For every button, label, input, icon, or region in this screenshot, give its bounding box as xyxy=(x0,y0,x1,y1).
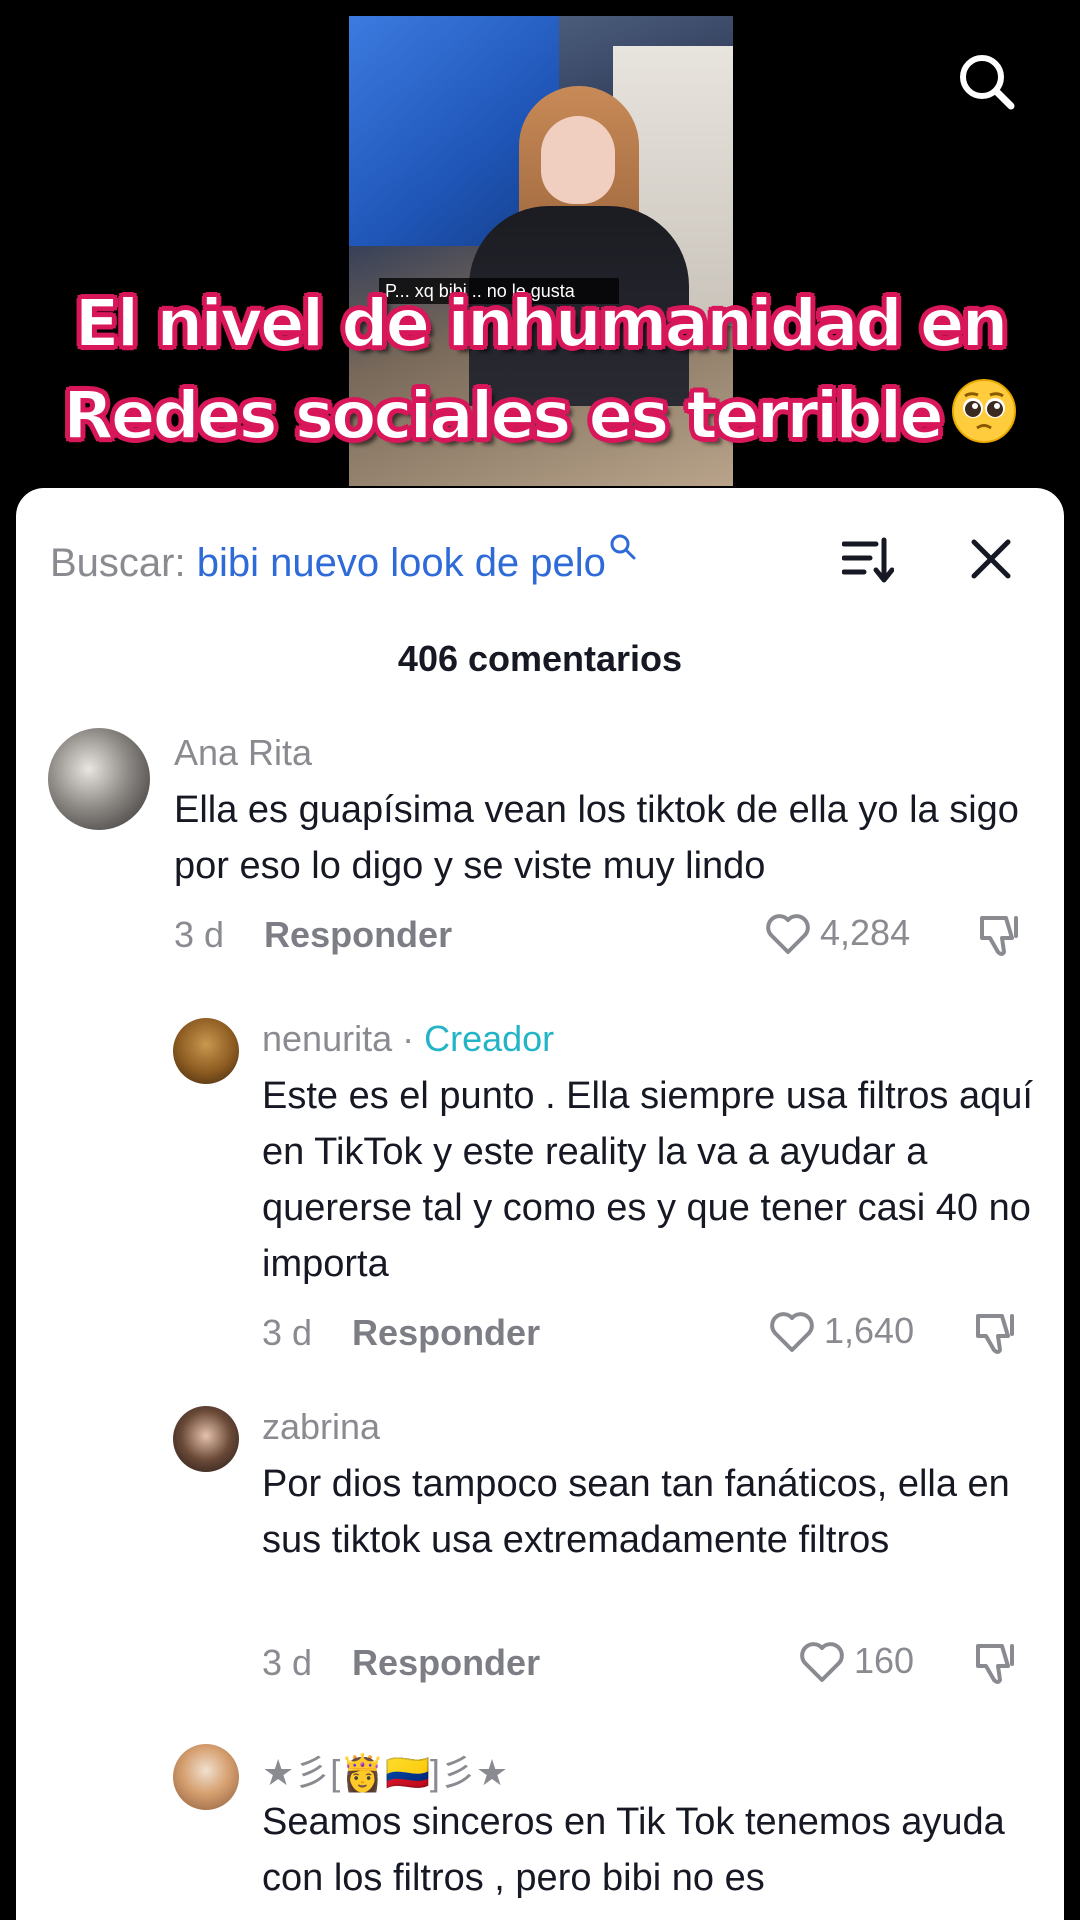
reply-button[interactable]: Responder xyxy=(352,1312,540,1353)
comment-count: 406 comentarios xyxy=(397,638,683,679)
like-count: 160 xyxy=(854,1640,915,1681)
comment-text: Por dios tampoco sean tan fanáticos, ell… xyxy=(262,1463,1010,1561)
like-button[interactable]: 4,284 xyxy=(764,910,910,958)
comment-time: 3 d xyxy=(262,1312,313,1353)
comment-item: Ana Rita Ella es guapísima vean los tikt… xyxy=(16,728,1064,968)
video-player[interactable]: P... xq bibi .. no le gusta El nivel de … xyxy=(0,0,1080,500)
comment-text: Ella es guapísima vean los tiktok de ell… xyxy=(174,789,1019,887)
comment-time: 3 d xyxy=(262,1642,313,1683)
comment-text: Seamos sinceros en Tik Tok tenemos ayuda… xyxy=(262,1801,1005,1899)
comment-text: Este es el punto . Ella siempre usa filt… xyxy=(262,1075,1033,1285)
overlay-title-line1: El nivel de inhumanidad en xyxy=(74,284,1010,363)
comment-meta: 3 d Responder xyxy=(262,1642,540,1684)
reply-button[interactable]: Responder xyxy=(352,1642,540,1683)
like-count: 1,640 xyxy=(824,1310,915,1351)
like-button[interactable]: 160 xyxy=(798,1638,914,1686)
comments-header: Buscar: bibi nuevo look de pelo xyxy=(16,488,1064,608)
pleading-face-emoji-icon xyxy=(952,379,1017,443)
dislike-icon[interactable] xyxy=(976,912,1026,960)
sort-icon[interactable] xyxy=(842,536,894,584)
comment-meta: 3 d Responder xyxy=(262,1312,540,1354)
search-icon-small xyxy=(610,534,636,560)
heart-icon xyxy=(800,1642,844,1682)
avatar[interactable] xyxy=(173,1018,239,1084)
creator-badge: Creador xyxy=(424,1018,555,1059)
comment-username[interactable]: ★彡[👸🇨🇴]彡★ xyxy=(262,1744,508,1796)
avatar[interactable] xyxy=(173,1744,239,1810)
comment-time: 3 d xyxy=(174,914,225,955)
search-icon[interactable] xyxy=(955,50,1017,112)
heart-icon xyxy=(770,1312,814,1352)
avatar[interactable] xyxy=(48,728,150,830)
overlay-title-line2: Redes sociales es terrible xyxy=(20,370,1060,462)
search-suggestion[interactable]: Buscar: bibi nuevo look de pelo xyxy=(50,532,638,586)
close-icon[interactable] xyxy=(968,536,1014,582)
comment-username-text: nenurita xyxy=(262,1018,393,1059)
like-button[interactable]: 1,640 xyxy=(768,1308,914,1356)
reply-button[interactable]: Responder xyxy=(264,914,452,955)
avatar[interactable] xyxy=(173,1406,239,1472)
comments-sheet: Buscar: bibi nuevo look de pelo 406 come… xyxy=(16,488,1064,1920)
comment-username[interactable]: zabrina xyxy=(262,1406,380,1448)
overlay-title: El nivel de inhumanidad en Redes sociale… xyxy=(20,278,1060,462)
comment-item: zabrina Por dios tampoco sean tan fanáti… xyxy=(16,1406,1064,1696)
search-prefix: Buscar: xyxy=(50,541,197,585)
comment-item: nenurita · Creador Este es el punto . El… xyxy=(16,1018,1064,1358)
comment-meta: 3 d Responder xyxy=(174,914,452,956)
comment-item: ★彡[👸🇨🇴]彡★ Seamos sinceros en Tik Tok ten… xyxy=(16,1744,1064,1920)
like-count: 4,284 xyxy=(820,912,911,953)
dislike-icon[interactable] xyxy=(972,1310,1022,1358)
heart-icon xyxy=(766,914,810,954)
dislike-icon[interactable] xyxy=(972,1640,1022,1688)
comment-username[interactable]: nenurita · Creador xyxy=(262,1018,554,1060)
search-query-link[interactable]: bibi nuevo look de pelo xyxy=(197,541,606,585)
comment-username[interactable]: Ana Rita xyxy=(174,732,312,774)
